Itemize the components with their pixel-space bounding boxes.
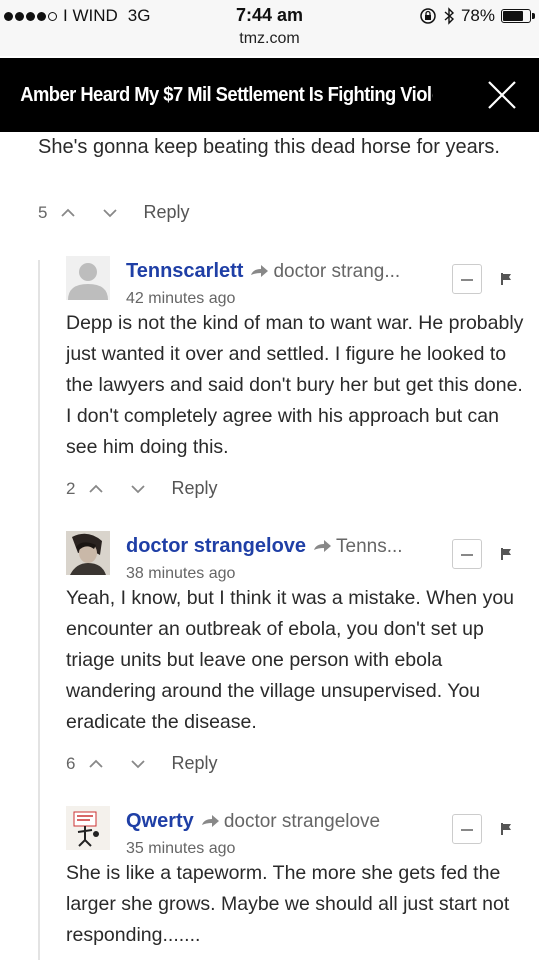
flag-icon[interactable] (500, 822, 514, 836)
close-icon[interactable] (485, 78, 519, 112)
upvote-icon[interactable] (57, 206, 79, 220)
comment-actions: 2 Reply (66, 478, 218, 499)
user-avatar (66, 531, 110, 575)
comment-actions: 6 Reply (66, 753, 218, 774)
flag-icon[interactable] (500, 547, 514, 561)
vote-count: 6 (66, 753, 76, 773)
collapse-button[interactable] (452, 539, 482, 569)
reply-to-user[interactable]: doctor strangelove (224, 811, 380, 833)
comment-text: Yeah, I know, but I think it was a mista… (66, 587, 515, 733)
comment-text: Depp is not the kind of man to want war.… (66, 312, 524, 458)
collapse-button[interactable] (452, 814, 482, 844)
comment-tools (452, 264, 514, 294)
upvote-icon[interactable] (85, 757, 107, 771)
reply-button[interactable]: Reply (171, 753, 217, 774)
comment-header: Qwerty doctor strangelove (126, 810, 380, 833)
downvote-icon[interactable] (127, 482, 149, 496)
reply-to-arrow-icon (314, 539, 332, 552)
status-icons: 78% (419, 6, 535, 26)
comment-text: She's gonna keep beating this dead horse… (38, 136, 500, 158)
comment-timestamp[interactable]: 42 minutes ago (126, 290, 235, 308)
downvote-icon[interactable] (99, 206, 121, 220)
vote-count: 2 (66, 478, 76, 498)
reply-to-user[interactable]: Tenns... (336, 536, 403, 558)
battery-level (503, 11, 524, 21)
reply-to-arrow-icon (251, 264, 269, 277)
comment-author[interactable]: doctor strangelove (126, 535, 306, 558)
reply-to-user[interactable]: doctor strang... (273, 261, 400, 283)
comment-header: doctor strangelove Tenns... (126, 535, 403, 558)
bluetooth-icon (444, 7, 454, 25)
comment-tennscarlett: Tennscarlett doctor strang... 42 minutes… (66, 256, 532, 516)
flag-icon[interactable] (500, 272, 514, 286)
reply-button[interactable]: Reply (143, 202, 189, 223)
comment-timestamp[interactable]: 38 minutes ago (126, 565, 235, 583)
battery-icon (501, 9, 535, 23)
comment-doctor-strangelove: doctor strangelove Tenns... 38 minutes a… (66, 531, 532, 791)
comment-actions: 5 Reply (38, 202, 190, 223)
page-url[interactable]: tmz.com (0, 30, 539, 48)
status-bar: I WIND 3G 7:44 am tmz.com 78% (0, 0, 539, 56)
comment-tools (452, 814, 514, 844)
comment-tools (452, 539, 514, 569)
article-header: Amber Heard My $7 Mil Settlement Is Figh… (0, 58, 539, 132)
reply-thread-line (38, 260, 40, 960)
comment-header: Tennscarlett doctor strang... (126, 260, 400, 283)
upvote-icon[interactable] (85, 482, 107, 496)
reply-to-arrow-icon (201, 814, 219, 827)
comment-text: She is like a tapeworm. The more she get… (66, 862, 510, 946)
user-avatar (66, 806, 110, 850)
vote-count: 5 (38, 202, 48, 222)
downvote-icon[interactable] (127, 757, 149, 771)
comment-timestamp[interactable]: 35 minutes ago (126, 840, 235, 858)
comment-author[interactable]: Tennscarlett (126, 260, 243, 283)
comment-author[interactable]: Qwerty (126, 810, 194, 833)
comment-thread: She's gonna keep beating this dead horse… (0, 132, 539, 960)
article-title[interactable]: Amber Heard My $7 Mil Settlement Is Figh… (0, 84, 432, 107)
rotation-lock-icon (420, 8, 436, 24)
comment-qwerty: Qwerty doctor strangelove 35 minutes ago… (66, 806, 532, 960)
battery-percent: 78% (460, 6, 495, 25)
collapse-button[interactable] (452, 264, 482, 294)
default-avatar-icon (66, 256, 110, 300)
reply-button[interactable]: Reply (171, 478, 217, 499)
